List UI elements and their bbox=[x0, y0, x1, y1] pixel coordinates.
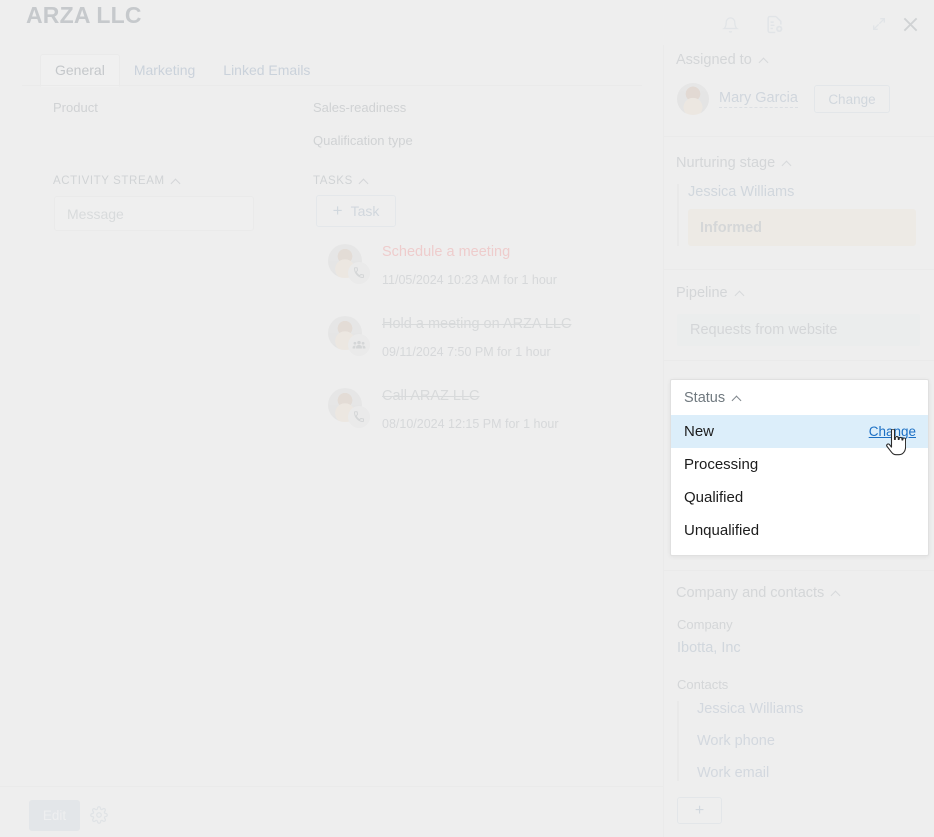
chevron-up-icon bbox=[172, 177, 181, 186]
company-link[interactable]: Ibotta, Inc bbox=[677, 640, 934, 656]
section-company-and-contacts: Company and contacts Company Ibotta, Inc… bbox=[664, 585, 934, 824]
document-add-icon[interactable] bbox=[765, 15, 784, 39]
panel-toolbar bbox=[664, 0, 934, 45]
add-task-button[interactable]: + Task bbox=[316, 195, 396, 227]
status-option-label: Processing bbox=[684, 456, 759, 473]
phone-icon bbox=[348, 262, 370, 284]
task-row[interactable]: Schedule a meeting 11/05/2024 10:23 AM f… bbox=[328, 240, 648, 300]
footer-divider bbox=[0, 786, 663, 787]
task-row[interactable]: Call ARAZ LLC 08/10/2024 12:15 PM for 1 … bbox=[328, 384, 648, 444]
chevron-up-icon bbox=[360, 177, 369, 186]
group-icon bbox=[348, 334, 370, 356]
tab-general[interactable]: General bbox=[40, 54, 120, 87]
section-divider bbox=[664, 360, 934, 361]
tab-linked-emails[interactable]: Linked Emails bbox=[209, 55, 324, 86]
nurturing-stage-body: Jessica Williams Informed bbox=[677, 184, 934, 246]
field-label-product: Product bbox=[53, 100, 98, 115]
chevron-up-icon bbox=[760, 56, 769, 65]
task-date: 08/10/2024 12:15 PM for 1 hour bbox=[382, 417, 559, 431]
plus-icon: + bbox=[332, 201, 343, 220]
status-option-label: Unqualified bbox=[684, 522, 760, 539]
contact-work-email-link[interactable]: Work email bbox=[697, 765, 934, 781]
section-header-pipeline[interactable]: Pipeline bbox=[676, 285, 934, 301]
section-assigned-to: Assigned to Mary Garcia Change bbox=[664, 52, 934, 115]
tab-marketing[interactable]: Marketing bbox=[120, 55, 209, 86]
field-label-sales-readiness: Sales-readiness bbox=[313, 100, 407, 115]
left-content-pane: ARZA LLC General Marketing Linked Emails… bbox=[0, 0, 663, 837]
status-change-link[interactable]: Change bbox=[869, 424, 916, 439]
section-divider bbox=[664, 269, 934, 270]
assigned-person-link[interactable]: Mary Garcia bbox=[719, 90, 798, 108]
field-label-qualification-type: Qualification type bbox=[313, 133, 413, 148]
contacts-list: Jessica Williams Work phone Work email bbox=[677, 701, 934, 781]
status-option-new[interactable]: New Change bbox=[671, 415, 928, 448]
status-option-unqualified[interactable]: Unqualified bbox=[671, 514, 928, 547]
nurturing-person-link[interactable]: Jessica Williams bbox=[688, 184, 934, 200]
section-pipeline: Pipeline Requests from website bbox=[664, 285, 934, 346]
task-row[interactable]: Hold a meeting on ARZA LLC 09/11/2024 7:… bbox=[328, 312, 648, 372]
add-task-label: Task bbox=[350, 203, 380, 219]
page-title: ARZA LLC bbox=[26, 2, 142, 28]
close-icon[interactable] bbox=[900, 14, 921, 40]
status-option-qualified[interactable]: Qualified bbox=[671, 481, 928, 514]
add-contact-button[interactable]: + bbox=[677, 797, 722, 824]
task-title[interactable]: Call ARAZ LLC bbox=[382, 388, 480, 404]
pipeline-value[interactable]: Requests from website bbox=[677, 314, 920, 346]
nurturing-stage-label: Nurturing stage bbox=[676, 155, 776, 171]
chevron-up-icon bbox=[733, 394, 742, 403]
task-date: 09/11/2024 7:50 PM for 1 hour bbox=[382, 345, 551, 359]
bell-icon[interactable] bbox=[722, 16, 739, 39]
task-date: 11/05/2024 10:23 AM for 1 hour bbox=[382, 273, 557, 287]
contact-work-phone-link[interactable]: Work phone bbox=[697, 733, 934, 749]
chevron-up-icon bbox=[736, 289, 745, 298]
status-option-label: Qualified bbox=[684, 489, 744, 506]
nurturing-stage-badge[interactable]: Informed bbox=[688, 209, 916, 246]
section-nurturing-stage: Nurturing stage Jessica Williams Informe… bbox=[664, 155, 934, 246]
avatar bbox=[677, 83, 709, 115]
assigned-to-label: Assigned to bbox=[676, 52, 752, 68]
section-header-company-and-contacts[interactable]: Company and contacts bbox=[676, 585, 934, 601]
gear-icon[interactable] bbox=[90, 806, 108, 824]
section-header-status[interactable]: Status bbox=[671, 380, 928, 415]
task-title[interactable]: Schedule a meeting bbox=[382, 244, 510, 260]
assigned-change-button[interactable]: Change bbox=[813, 85, 890, 113]
phone-icon bbox=[348, 406, 370, 428]
section-header-activity-stream[interactable]: ACTIVITY STREAM bbox=[53, 175, 181, 187]
company-field-label: Company bbox=[677, 617, 733, 632]
section-header-nurturing-stage[interactable]: Nurturing stage bbox=[676, 155, 934, 171]
status-option-label: New bbox=[684, 423, 715, 440]
section-divider bbox=[664, 136, 934, 137]
expand-icon[interactable] bbox=[871, 16, 887, 37]
section-header-tasks[interactable]: TASKS bbox=[313, 175, 369, 187]
status-dropdown: Status New Change Processing Qualified U… bbox=[670, 379, 929, 556]
assigned-to-row: Mary Garcia Change bbox=[677, 83, 934, 115]
section-divider bbox=[664, 570, 934, 571]
pipeline-label: Pipeline bbox=[676, 285, 728, 301]
section-header-assigned-to[interactable]: Assigned to bbox=[676, 52, 934, 68]
chevron-up-icon bbox=[783, 159, 792, 168]
company-and-contacts-label: Company and contacts bbox=[676, 585, 825, 601]
chevron-up-icon bbox=[832, 589, 841, 598]
status-label: Status bbox=[684, 390, 726, 406]
task-title[interactable]: Hold a meeting on ARZA LLC bbox=[382, 316, 571, 332]
activity-stream-label: ACTIVITY STREAM bbox=[53, 175, 165, 187]
contacts-field-label: Contacts bbox=[677, 677, 729, 692]
tab-bar: General Marketing Linked Emails bbox=[40, 54, 324, 87]
edit-button[interactable]: Edit bbox=[29, 800, 80, 831]
status-option-processing[interactable]: Processing bbox=[671, 448, 928, 481]
tasks-label: TASKS bbox=[313, 175, 353, 187]
contact-name-link[interactable]: Jessica Williams bbox=[697, 701, 934, 717]
message-input[interactable]: Message bbox=[54, 196, 254, 231]
tab-bar-underline bbox=[22, 85, 642, 86]
